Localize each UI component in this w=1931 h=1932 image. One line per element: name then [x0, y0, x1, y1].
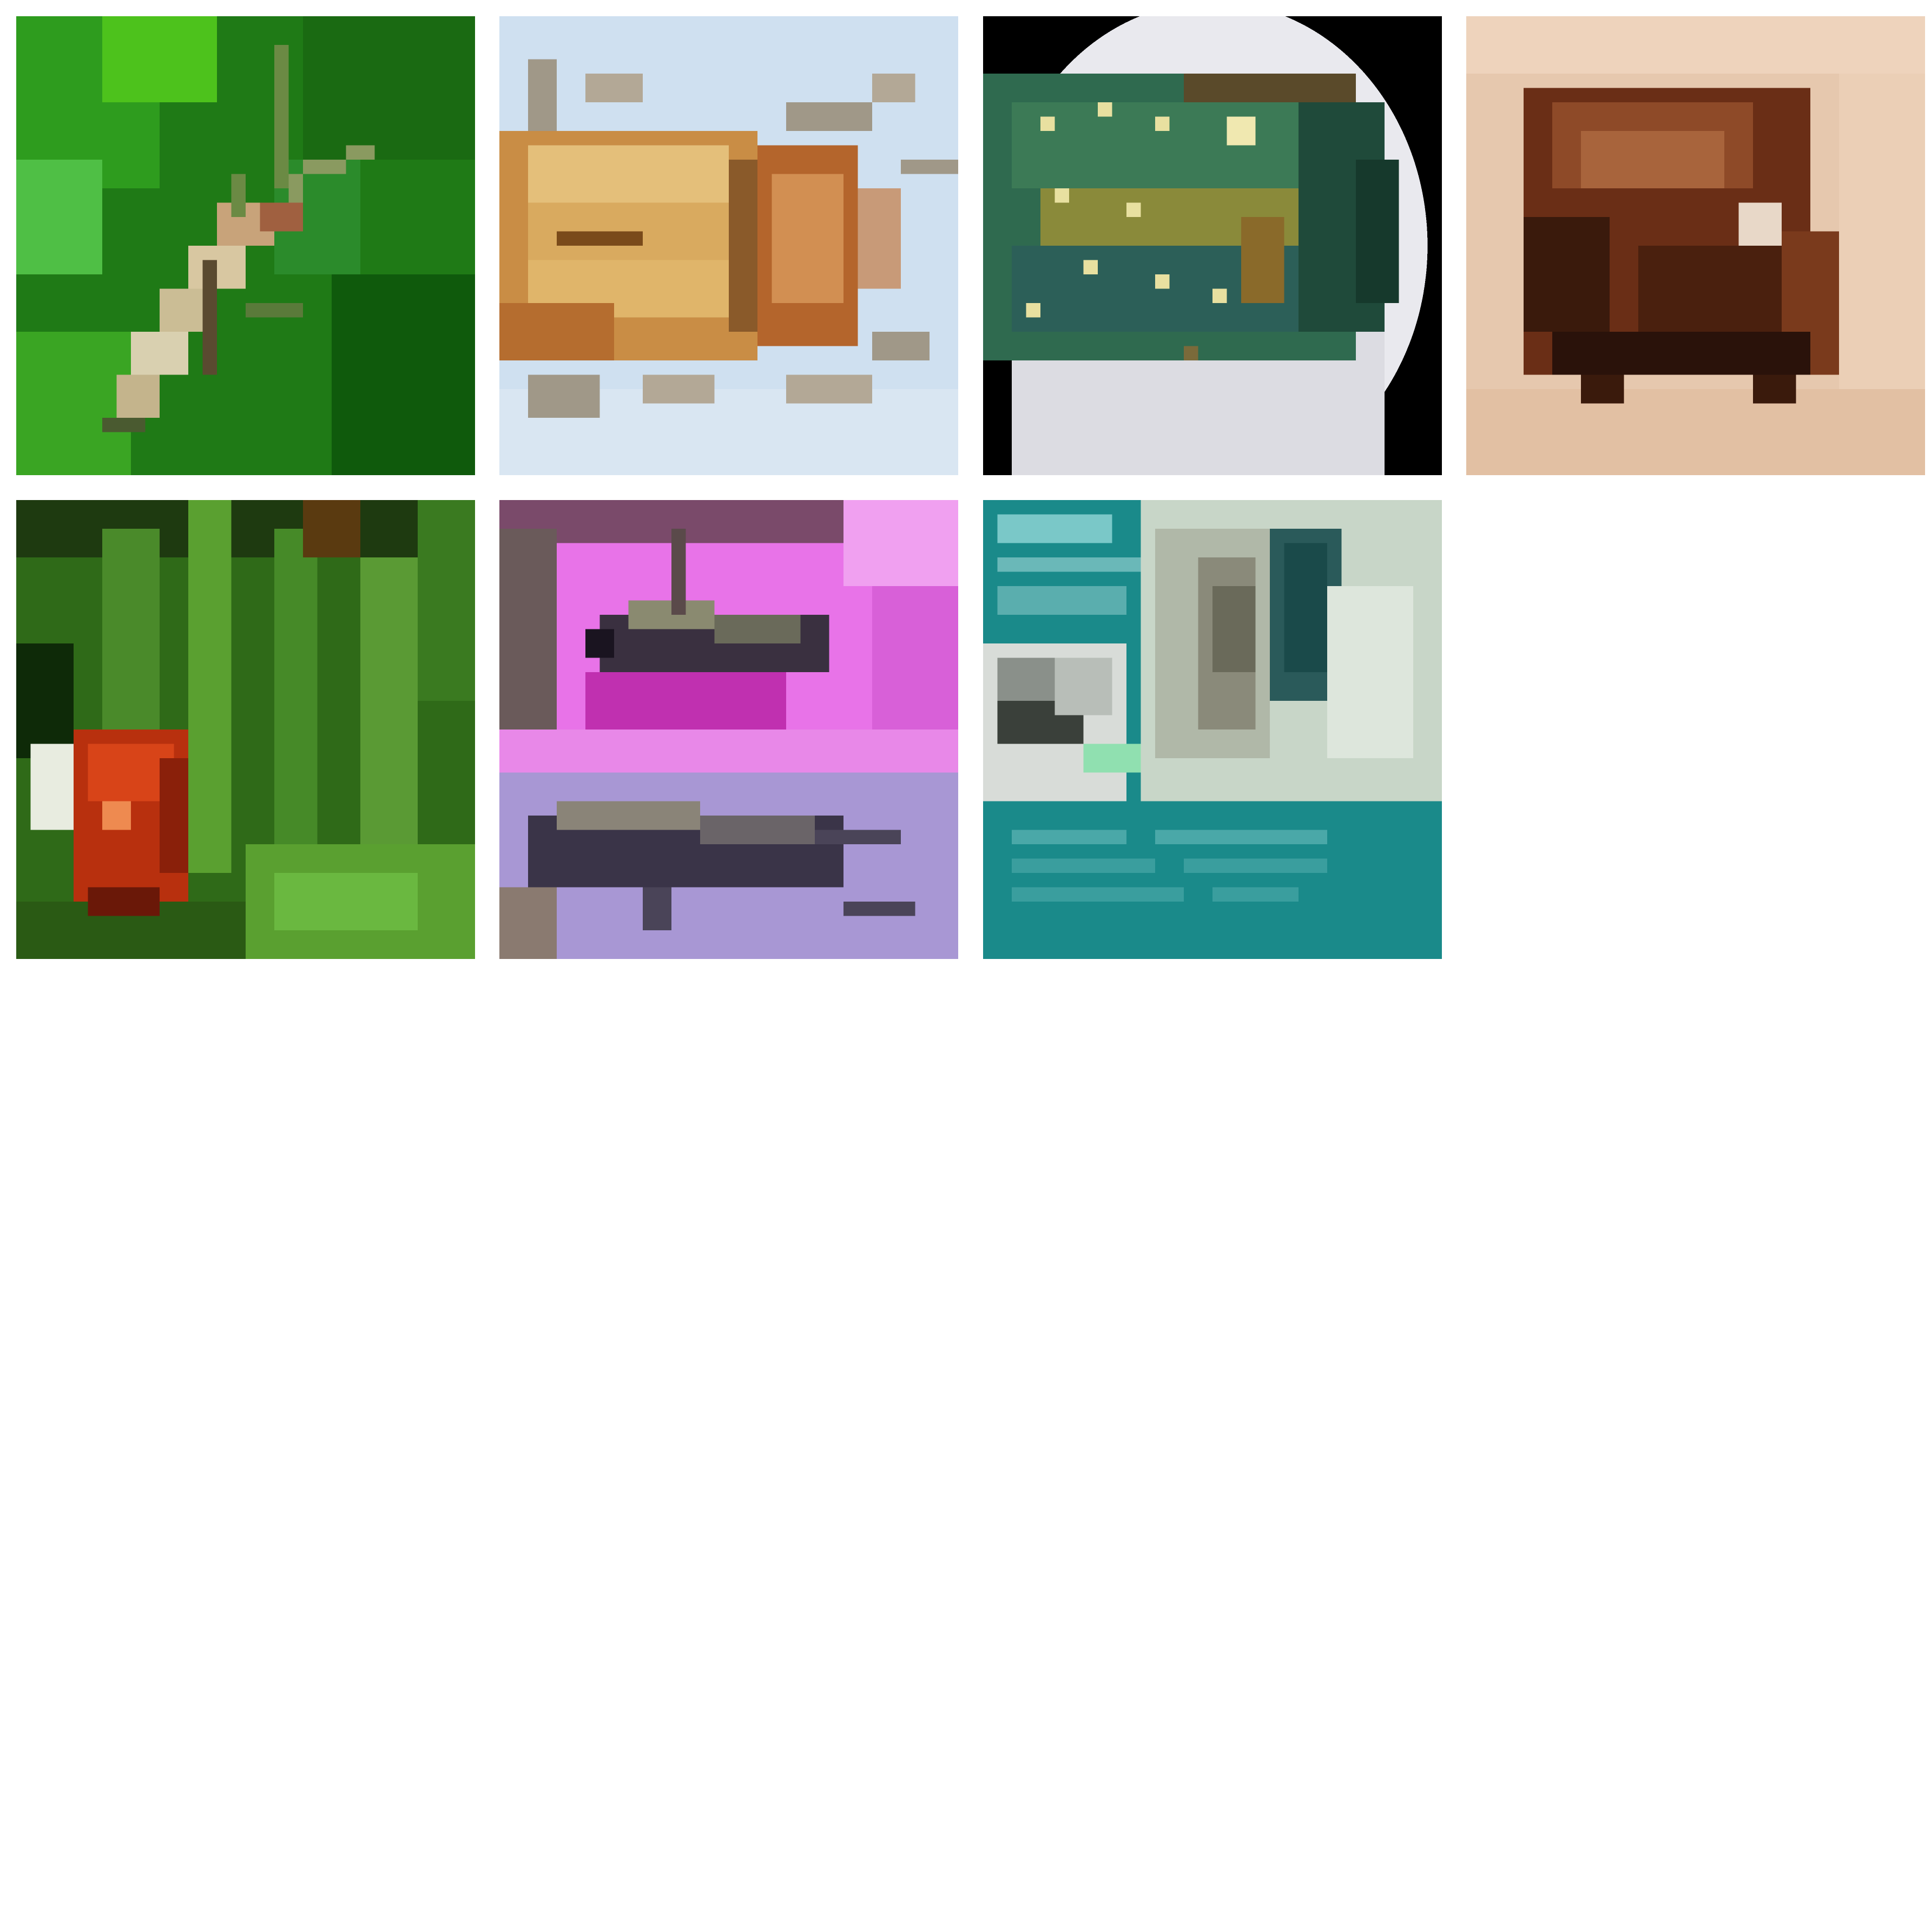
- beetle-photo-7: [983, 500, 1442, 959]
- beetle-photo-2: [499, 16, 958, 475]
- beetle-photo-3: [983, 16, 1442, 475]
- beetle-photo-1: [16, 16, 475, 475]
- image-grid: [0, 0, 1931, 1932]
- image-tile-5: [16, 500, 475, 959]
- beetle-photo-4: [1466, 16, 1925, 475]
- image-tile-4: [1466, 16, 1925, 475]
- image-tile-1: [16, 16, 475, 475]
- beetle-photo-5: [16, 500, 475, 959]
- image-tile-2: [499, 16, 958, 475]
- image-tile-7: [983, 500, 1442, 959]
- image-tile-6: [499, 500, 958, 959]
- image-tile-3: [983, 16, 1442, 475]
- beetle-photo-6: [499, 500, 958, 959]
